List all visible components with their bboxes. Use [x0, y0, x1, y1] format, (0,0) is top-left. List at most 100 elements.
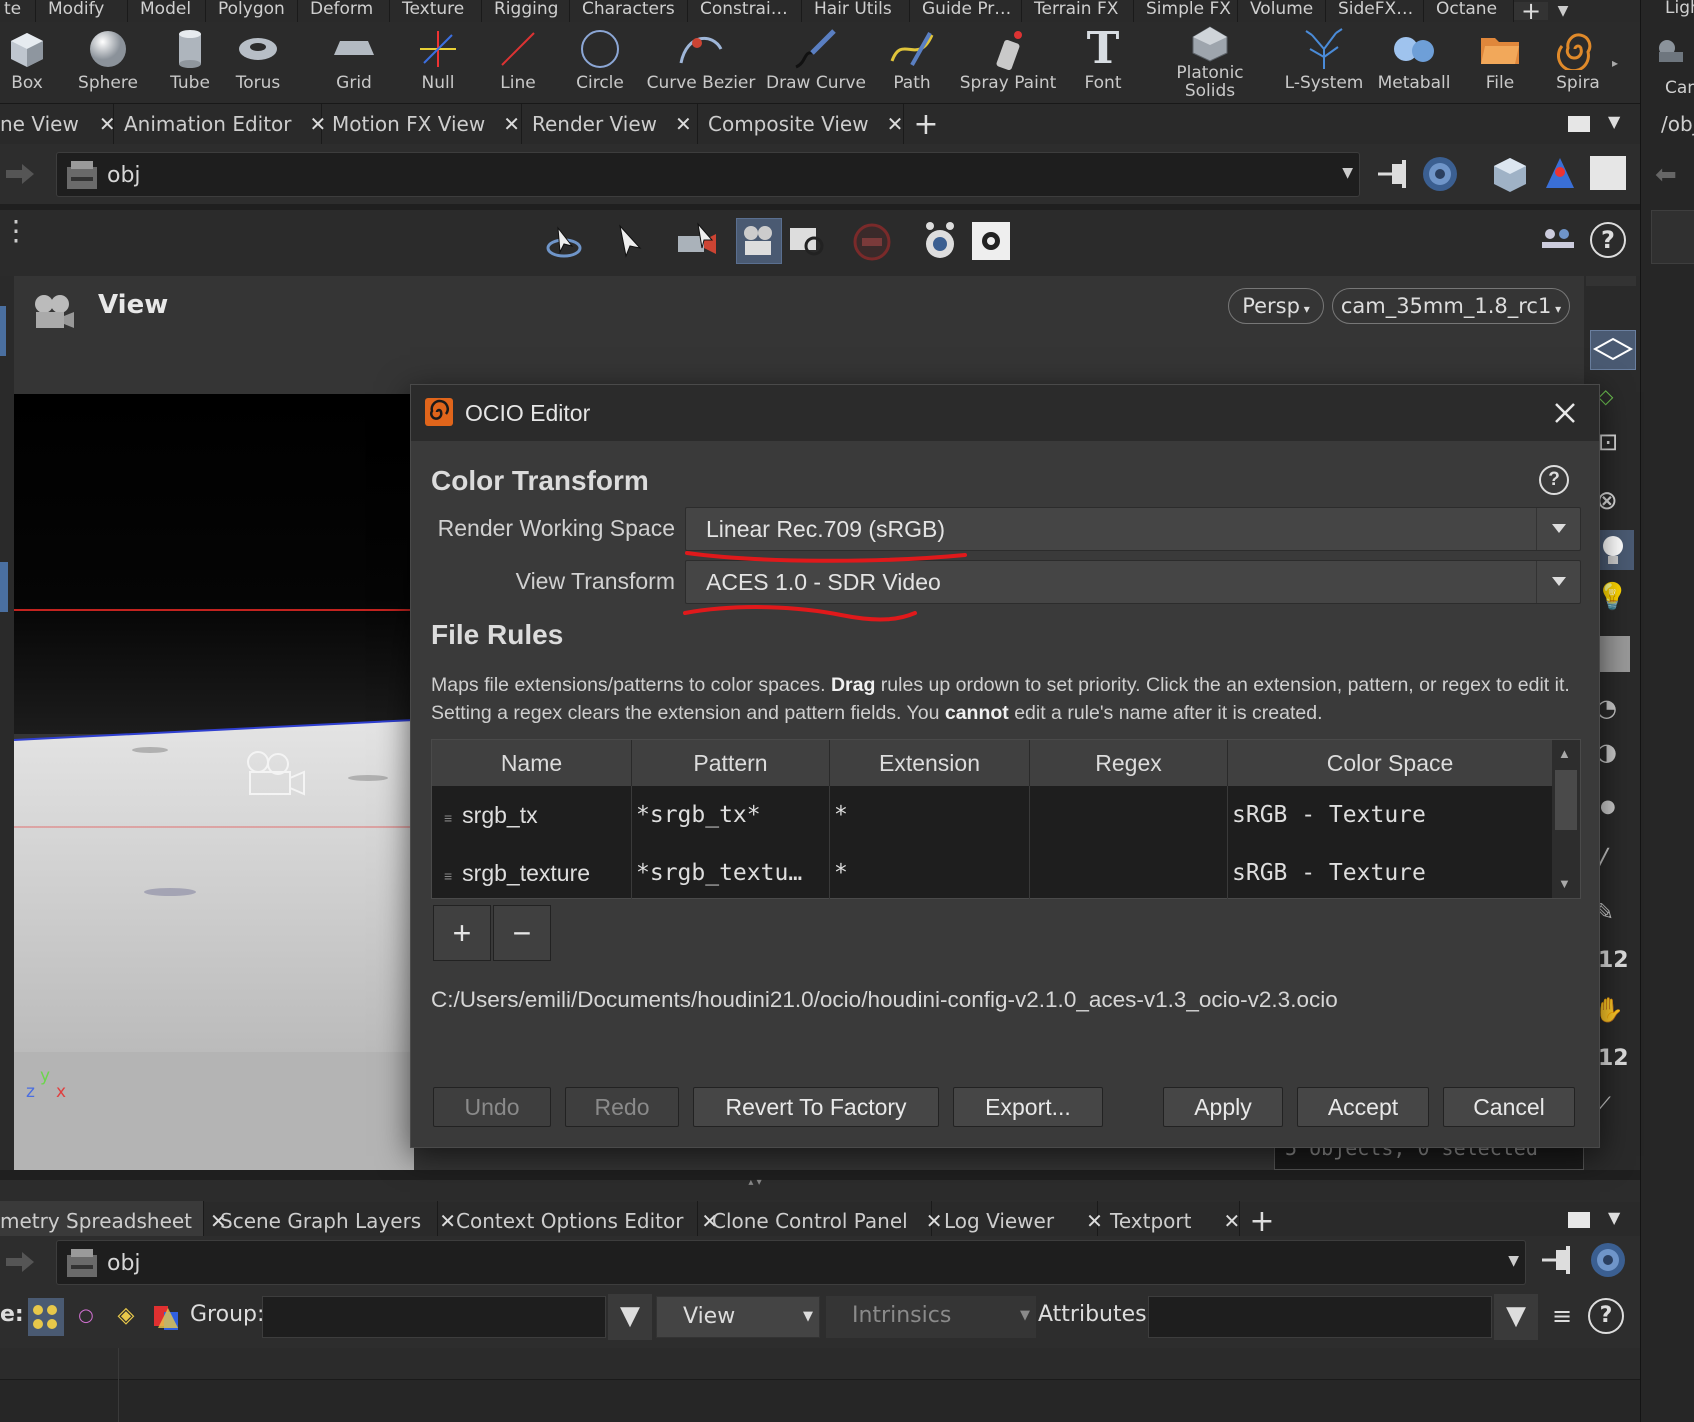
- path-field[interactable]: obj ▼: [56, 1240, 1526, 1285]
- columns-menu-icon[interactable]: ≡: [1544, 1298, 1580, 1336]
- link-target-icon[interactable]: [1588, 1240, 1628, 1284]
- tool-path[interactable]: Path: [884, 24, 940, 92]
- tool-curve-bezier[interactable]: Curve Bezier: [646, 24, 756, 92]
- tool-torus[interactable]: Torus: [226, 24, 290, 92]
- adjacent-scrollbar[interactable]: [1651, 210, 1694, 264]
- table-row[interactable]: ≡ srgb_tx *srgb_tx* * sRGB - Texture: [432, 786, 1552, 844]
- shelf-tab-volume[interactable]: Volume: [1238, 0, 1326, 22]
- cancel-button[interactable]: Cancel: [1443, 1087, 1575, 1127]
- viewer-options-icon[interactable]: [1538, 224, 1578, 264]
- pane-menu-icon[interactable]: ▼: [1608, 1208, 1620, 1227]
- close-icon[interactable]: ✕: [1223, 1209, 1240, 1233]
- tab-geometry-spreadsheet[interactable]: metry Spreadsheet ✕: [0, 1201, 227, 1241]
- adjacent-back-arrow-icon[interactable]: ⬅: [1655, 160, 1677, 190]
- attributes-field[interactable]: [1148, 1296, 1492, 1338]
- maximize-pane-icon[interactable]: [1568, 1212, 1590, 1228]
- shelf-tab-simple-fx[interactable]: Simple FX: [1134, 0, 1238, 22]
- projection-menu[interactable]: Persp ▾: [1228, 288, 1324, 324]
- column-header-name[interactable]: Name: [432, 740, 632, 786]
- rule-color-space-cell[interactable]: sRGB - Texture: [1228, 786, 1552, 844]
- viewport-scene[interactable]: y z x: [13, 394, 415, 1170]
- bulb-off-icon[interactable]: 💡: [1596, 582, 1628, 612]
- scroll-up-strip[interactable]: [1586, 276, 1636, 286]
- intrinsics-dropdown[interactable]: Intrinsics ▼: [826, 1296, 1036, 1338]
- tool-l-system[interactable]: L-System: [1282, 24, 1366, 92]
- apply-button[interactable]: Apply: [1163, 1087, 1283, 1127]
- tab-scene-graph-layers[interactable]: Scene Graph Layers ✕: [204, 1201, 456, 1241]
- tool-platonic-solids[interactable]: Platonic Solids: [1170, 24, 1250, 100]
- camera-menu[interactable]: cam_35mm_1.8_rc1 ▾: [1332, 288, 1570, 324]
- shelf-tab-octane[interactable]: Octane: [1424, 0, 1514, 22]
- maximize-pane-icon[interactable]: [1568, 116, 1590, 132]
- filter-icon[interactable]: ▼: [1494, 1294, 1538, 1340]
- help-icon[interactable]: ?: [1590, 222, 1626, 258]
- tool-box[interactable]: Box: [2, 24, 52, 92]
- scrollbar-thumb[interactable]: [1555, 770, 1577, 830]
- pane-menu-icon[interactable]: ▼: [1608, 112, 1620, 131]
- shelf-tabs-menu-icon[interactable]: ▼: [1548, 3, 1578, 19]
- shelf-tab-polygon[interactable]: Polygon: [206, 0, 298, 22]
- column-header-pattern[interactable]: Pattern: [632, 740, 830, 786]
- render-region-icon[interactable]: [920, 220, 960, 266]
- point-numbers-icon[interactable]: 12: [1598, 1046, 1629, 1071]
- lock-icon[interactable]: ⊡: [1598, 428, 1618, 456]
- group-field[interactable]: [262, 1296, 606, 1338]
- points-mode-icon[interactable]: [28, 1298, 64, 1336]
- rule-extension-cell[interactable]: *: [830, 844, 1030, 902]
- rule-regex-cell[interactable]: [1030, 844, 1228, 902]
- scroll-up-icon[interactable]: ▲: [1558, 746, 1571, 761]
- tool-null[interactable]: Null: [410, 24, 466, 92]
- tab-textport[interactable]: Textport ✕: [1098, 1201, 1240, 1241]
- guide-display-icon[interactable]: ◇: [1598, 384, 1613, 408]
- shelf-tab-create[interactable]: te: [0, 0, 36, 22]
- display-options-icon[interactable]: [972, 222, 1010, 260]
- add-rule-button[interactable]: +: [433, 905, 491, 961]
- tool-spray-paint[interactable]: Spray Paint: [958, 24, 1058, 92]
- tab-clone-control-panel[interactable]: Clone Control Panel ✕: [698, 1201, 942, 1241]
- column-header-extension[interactable]: Extension: [830, 740, 1030, 786]
- shelf-tab-hair-utils[interactable]: Hair Utils: [802, 0, 910, 22]
- help-icon[interactable]: ?: [1588, 1298, 1624, 1334]
- tab-animation-editor[interactable]: Animation Editor ✕: [114, 104, 326, 144]
- camera-tool-icon[interactable]: [1655, 36, 1685, 70]
- remove-rule-button[interactable]: −: [493, 905, 551, 961]
- chevron-down-icon[interactable]: ▼: [1508, 1253, 1519, 1269]
- rule-pattern-cell[interactable]: *srgb_tx*: [632, 786, 830, 844]
- forward-arrow-icon[interactable]: [6, 162, 36, 186]
- tool-sphere[interactable]: Sphere: [72, 24, 144, 92]
- table-scrollbar[interactable]: ▲ ▼: [1552, 740, 1580, 898]
- shelf-tab-terrain-fx[interactable]: Terrain FX: [1022, 0, 1134, 22]
- rule-extension-cell[interactable]: *: [830, 786, 1030, 844]
- add-tab-button[interactable]: +: [904, 107, 948, 142]
- tool-line[interactable]: Line: [490, 24, 546, 92]
- forward-arrow-icon[interactable]: [6, 1250, 36, 1274]
- tool-grid[interactable]: Grid: [326, 24, 382, 92]
- stop-render-icon[interactable]: [852, 222, 892, 266]
- tab-context-options-editor[interactable]: Context Options Editor ✕: [438, 1201, 718, 1241]
- tab-render-view[interactable]: Render View ✕: [522, 104, 698, 144]
- shelf-tab-guide-process[interactable]: Guide Pr…: [910, 0, 1022, 22]
- tool-circle[interactable]: Circle: [568, 24, 632, 92]
- pin-icon[interactable]: [1540, 1242, 1580, 1280]
- detail-mode-icon[interactable]: [148, 1298, 184, 1336]
- tool-font[interactable]: T Font: [1078, 24, 1128, 93]
- camera-lock-icon[interactable]: [736, 218, 782, 264]
- help-icon[interactable]: ?: [1539, 465, 1569, 495]
- export-button[interactable]: Export...: [953, 1087, 1103, 1127]
- close-icon[interactable]: [1547, 395, 1583, 431]
- drag-handle-icon[interactable]: ≡: [444, 810, 452, 826]
- add-shelf-tab-button[interactable]: +: [1514, 0, 1548, 23]
- shelf-tab-deform[interactable]: Deform: [298, 0, 390, 22]
- shelf-tab-texture[interactable]: Texture: [390, 0, 482, 22]
- ground-plane-icon[interactable]: [1590, 330, 1636, 370]
- pin-icon[interactable]: [1376, 156, 1416, 194]
- rule-regex-cell[interactable]: [1030, 786, 1228, 844]
- display-icon[interactable]: [1590, 156, 1626, 190]
- revert-to-factory-button[interactable]: Revert To Factory: [693, 1087, 939, 1127]
- tool-spiral[interactable]: Spira: [1550, 24, 1606, 92]
- accept-button[interactable]: Accept: [1297, 1087, 1429, 1127]
- shelf-tab-constraints[interactable]: Constrai…: [688, 0, 802, 22]
- rule-pattern-cell[interactable]: *srgb_textu…: [632, 844, 830, 902]
- spreadsheet-table[interactable]: [0, 1348, 1640, 1422]
- tab-composite-view[interactable]: Composite View ✕: [698, 104, 904, 144]
